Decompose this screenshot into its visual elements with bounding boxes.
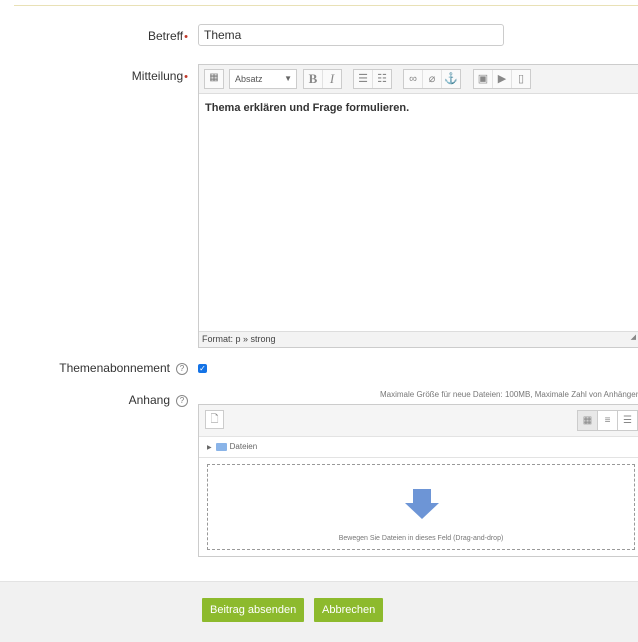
list-group: ☰ ☷: [353, 69, 392, 89]
resize-handle-icon[interactable]: ◢: [631, 330, 636, 345]
help-icon[interactable]: ?: [176, 362, 188, 375]
chevron-down-icon: ▼: [284, 74, 292, 83]
help-icon[interactable]: ?: [176, 394, 188, 407]
italic-icon[interactable]: I: [323, 70, 341, 88]
table-icon[interactable]: ▦: [204, 69, 224, 89]
bold-icon[interactable]: B: [304, 70, 323, 88]
media-group: ▣ ▶ ▯: [473, 69, 531, 89]
numbered-list-icon[interactable]: ☷: [373, 70, 391, 88]
editor-toolbar: ▦ Absatz ▼ B I ☰ ☷ ∞ ⌀ ⚓ ▣ ▶ ▯: [199, 65, 638, 94]
message-label: Mitteilung•: [131, 69, 188, 83]
subject-input[interactable]: [198, 24, 504, 46]
file-picker: 🗋 ▦ ≡ ☰ ▶ Dateien Bewegen Sie Dateien in …: [198, 404, 638, 557]
subscription-label: Themenabonnement?: [40, 361, 188, 375]
file-icon[interactable]: ▯: [512, 70, 530, 88]
grid-view-icon[interactable]: ▦: [578, 411, 598, 430]
message-editor: ▦ Absatz ▼ B I ☰ ☷ ∞ ⌀ ⚓ ▣ ▶ ▯ Thema erkl…: [198, 64, 638, 348]
paragraph-format-select[interactable]: Absatz ▼: [229, 69, 297, 89]
link-group: ∞ ⌀ ⚓: [403, 69, 461, 89]
required-marker: •: [184, 71, 188, 83]
anchor-icon[interactable]: ⚓: [442, 70, 460, 88]
folder-icon: [215, 442, 227, 451]
drop-zone[interactable]: Bewegen Sie Dateien in dieses Feld (Drag…: [207, 464, 635, 550]
media-icon[interactable]: ▶: [493, 70, 512, 88]
cancel-button[interactable]: Abbrechen: [314, 598, 384, 622]
attachment-label: Anhang?: [100, 393, 188, 407]
add-file-icon[interactable]: 🗋: [205, 410, 224, 429]
submit-post-button[interactable]: Beitrag absenden: [202, 598, 305, 622]
view-switcher: ▦ ≡ ☰: [577, 410, 638, 431]
folder-path: ▶ Dateien: [199, 437, 638, 458]
file-picker-toolbar: 🗋 ▦ ≡ ☰: [199, 405, 638, 437]
top-divider: [14, 5, 638, 6]
list-view-icon[interactable]: ≡: [598, 411, 618, 430]
editor-status-path: Format: p » strong ◢: [199, 331, 638, 347]
max-file-info: Maximale Größe für neue Dateien: 100MB, …: [380, 390, 638, 399]
required-marker: •: [184, 31, 188, 43]
text-style-group: B I: [303, 69, 342, 89]
drop-zone-text: Bewegen Sie Dateien in dieses Feld (Drag…: [338, 535, 504, 542]
down-arrow-icon: [405, 489, 439, 519]
bullet-list-icon[interactable]: ☰: [354, 70, 373, 88]
subscription-checkbox[interactable]: ✓: [198, 364, 207, 373]
image-icon[interactable]: ▣: [474, 70, 493, 88]
chevron-right-icon: ▶: [207, 445, 212, 451]
unlink-icon[interactable]: ⌀: [423, 70, 442, 88]
editor-content[interactable]: Thema erklären und Frage formulieren.: [199, 94, 638, 331]
link-icon[interactable]: ∞: [404, 70, 423, 88]
tree-view-icon[interactable]: ☰: [618, 411, 638, 430]
folder-link[interactable]: Dateien: [230, 442, 258, 451]
subject-label: Betreff•: [148, 29, 188, 43]
